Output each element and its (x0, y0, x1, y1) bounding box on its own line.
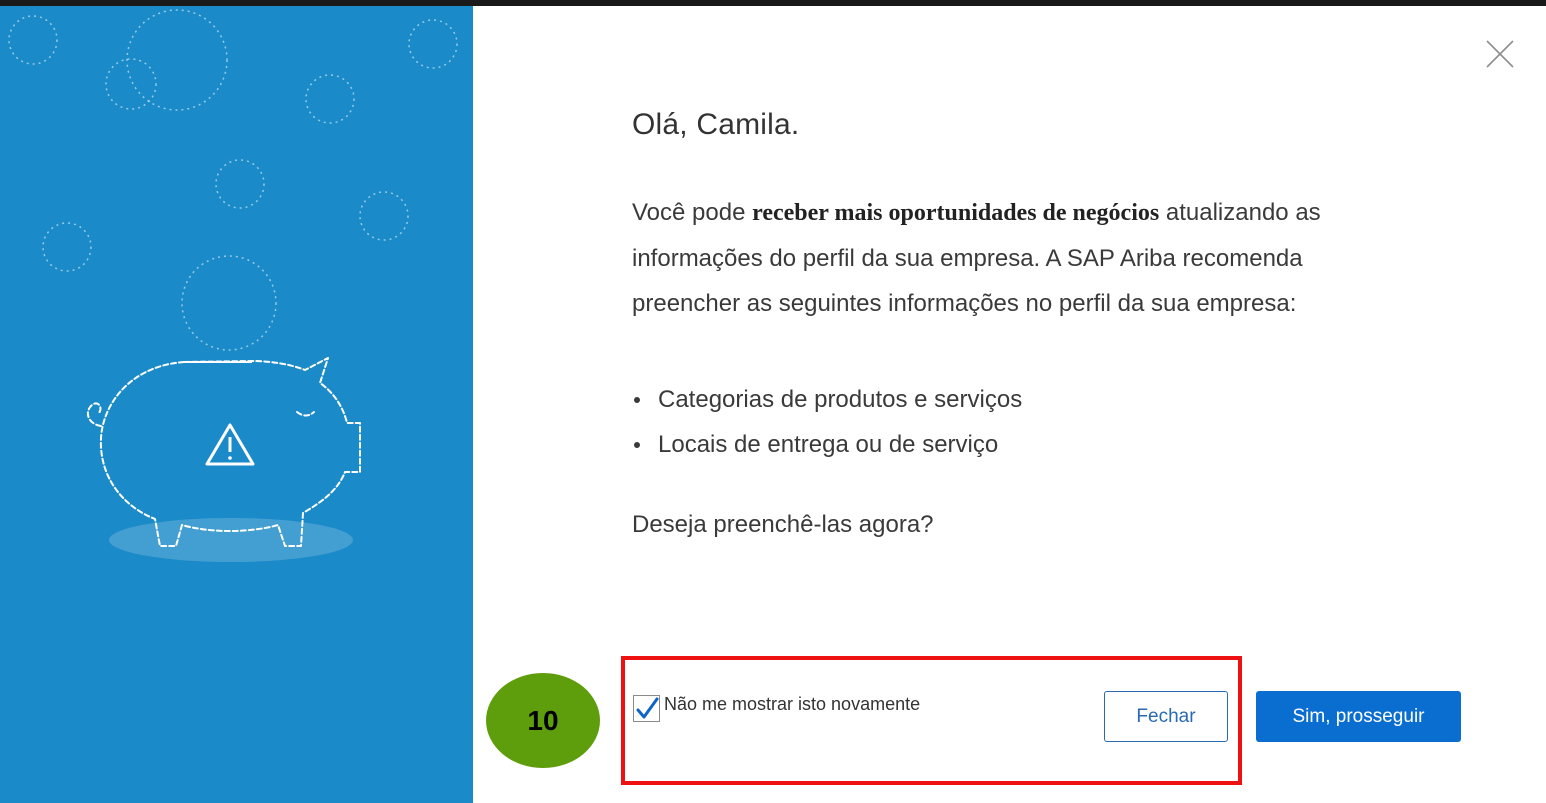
confirm-button[interactable]: Sim, prosseguir (1256, 691, 1461, 742)
close-icon[interactable] (1484, 38, 1516, 70)
checkmark-icon (636, 697, 659, 719)
dont-show-again-label: Não me mostrar isto novamente (664, 694, 921, 714)
recommended-info-list: Categorias de produtos e serviços Locais… (632, 377, 1022, 467)
body-text-prefix: Você pode (632, 199, 753, 226)
step-number-badge: 10 (486, 673, 600, 768)
illustration-panel (0, 6, 473, 803)
body-text-bold: receber mais oportunidades de negócios (752, 200, 1160, 226)
list-item: Categorias de produtos e serviços (632, 377, 1022, 422)
dont-show-again-option[interactable]: Não me mostrar isto novamente (633, 694, 921, 722)
dialog-greeting: Olá, Camila. (632, 108, 800, 141)
dont-show-again-checkbox[interactable] (633, 695, 660, 722)
close-button[interactable]: Fechar (1104, 691, 1228, 742)
dialog-body-text: Você pode receber mais oportunidades de … (632, 190, 1352, 326)
list-item: Locais de entrega ou de serviço (632, 422, 1022, 467)
piggy-bank-warning-illustration (8, 9, 458, 562)
dialog-question: Deseja preenchê-las agora? (632, 511, 934, 538)
